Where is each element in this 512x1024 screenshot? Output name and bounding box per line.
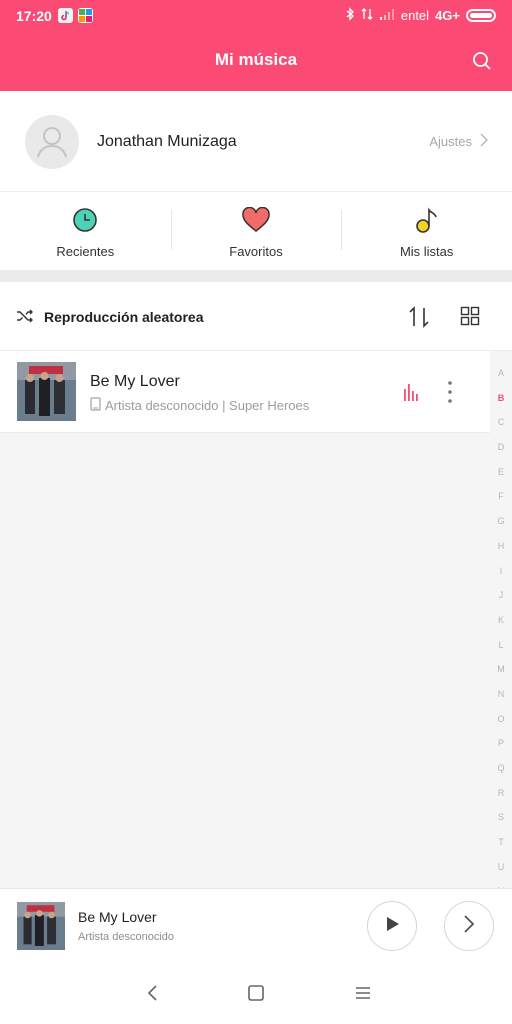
section-divider [0, 270, 512, 282]
alphabet-letter[interactable]: L [498, 633, 503, 658]
search-icon[interactable] [470, 49, 494, 73]
status-time: 17:20 [16, 8, 52, 24]
profile-section[interactable]: Jonathan Munizaga Ajustes [0, 91, 512, 192]
alphabet-letter[interactable]: A [498, 361, 504, 386]
avatar[interactable] [25, 115, 79, 169]
signal-icon [379, 8, 395, 23]
alphabet-letter[interactable]: T [498, 830, 504, 855]
page-title: Mi música [214, 50, 298, 69]
alphabet-index[interactable]: ABCDEFGHIJKLMNOPQRSTUV [490, 361, 512, 896]
alphabet-letter[interactable]: I [500, 559, 503, 584]
alphabet-letter[interactable]: R [498, 781, 505, 806]
app-bar: Mi música [0, 32, 512, 91]
system-nav-bar [0, 962, 512, 1024]
next-button[interactable] [444, 901, 494, 951]
list-toolbar: Reproducción aleatorea [0, 282, 512, 351]
alphabet-letter[interactable]: G [497, 509, 504, 534]
alphabet-letter[interactable]: F [498, 484, 504, 509]
alphabet-letter[interactable]: O [497, 707, 504, 732]
now-playing-cover [17, 902, 65, 950]
mini-player[interactable]: Be My Lover Artista desconocido [0, 888, 512, 962]
status-bar: 17:20 entel 4G+ [0, 0, 512, 32]
tiktok-notification-icon [58, 8, 73, 23]
network-type: 4G+ [435, 8, 460, 23]
alphabet-letter[interactable]: S [498, 805, 504, 830]
bluetooth-icon [345, 7, 355, 24]
album-cover [17, 362, 76, 421]
shuffle-icon[interactable] [16, 307, 34, 325]
settings-label: Ajustes [429, 134, 472, 149]
shortcut-label: Mis listas [399, 244, 454, 259]
recent-apps-icon[interactable] [354, 984, 372, 1002]
sort-icon[interactable] [406, 305, 432, 329]
play-button[interactable] [367, 901, 417, 951]
alphabet-letter[interactable]: J [499, 583, 504, 608]
music-note-icon [414, 207, 440, 238]
battery-icon [466, 9, 496, 22]
shuffle-play-button[interactable]: Reproducción aleatorea [44, 309, 204, 325]
shortcut-label: Favoritos [229, 244, 283, 259]
shortcut-label: Recientes [56, 244, 115, 259]
home-icon[interactable] [247, 984, 265, 1002]
song-title: Be My Lover [90, 373, 180, 390]
shortcut-recientes[interactable]: Recientes [0, 192, 171, 270]
alphabet-letter[interactable]: E [498, 460, 504, 485]
alphabet-letter[interactable]: B [498, 386, 505, 411]
chevron-right-icon [480, 133, 488, 150]
alphabet-letter[interactable]: Q [497, 756, 504, 781]
alphabet-letter[interactable]: P [498, 731, 504, 756]
data-transfer-icon [361, 7, 373, 24]
grid-view-icon[interactable] [460, 306, 480, 326]
carrier-name: entel [400, 8, 430, 23]
heart-icon [241, 206, 271, 238]
phone-storage-icon [90, 397, 101, 414]
shortcut-favoritos[interactable]: Favoritos [170, 192, 342, 270]
song-row[interactable]: Be My Lover Artista desconocido | Super … [0, 351, 490, 433]
play-icon [383, 915, 401, 938]
star-app-notification-icon [78, 8, 93, 23]
more-options-icon[interactable] [444, 380, 456, 404]
alphabet-letter[interactable]: C [498, 410, 505, 435]
back-icon[interactable] [144, 984, 162, 1002]
settings-link[interactable]: Ajustes [429, 133, 488, 150]
clock-icon [72, 207, 98, 238]
now-playing-title: Be My Lover [78, 909, 157, 925]
alphabet-letter[interactable]: U [498, 855, 505, 880]
alphabet-letter[interactable]: D [498, 435, 505, 460]
now-playing-artist: Artista desconocido [78, 931, 174, 943]
shortcuts-row: Recientes Favoritos Mis listas [0, 192, 512, 270]
song-subtitle: Artista desconocido | Super Heroes [105, 398, 310, 413]
chevron-right-icon [463, 914, 475, 939]
shortcut-mis-listas[interactable]: Mis listas [341, 192, 512, 270]
alphabet-letter[interactable]: M [497, 657, 505, 682]
profile-name: Jonathan Munizaga [97, 133, 237, 150]
alphabet-letter[interactable]: H [498, 534, 505, 559]
alphabet-letter[interactable]: N [498, 682, 505, 707]
alphabet-letter[interactable]: K [498, 608, 504, 633]
now-playing-equalizer-icon [403, 383, 421, 401]
